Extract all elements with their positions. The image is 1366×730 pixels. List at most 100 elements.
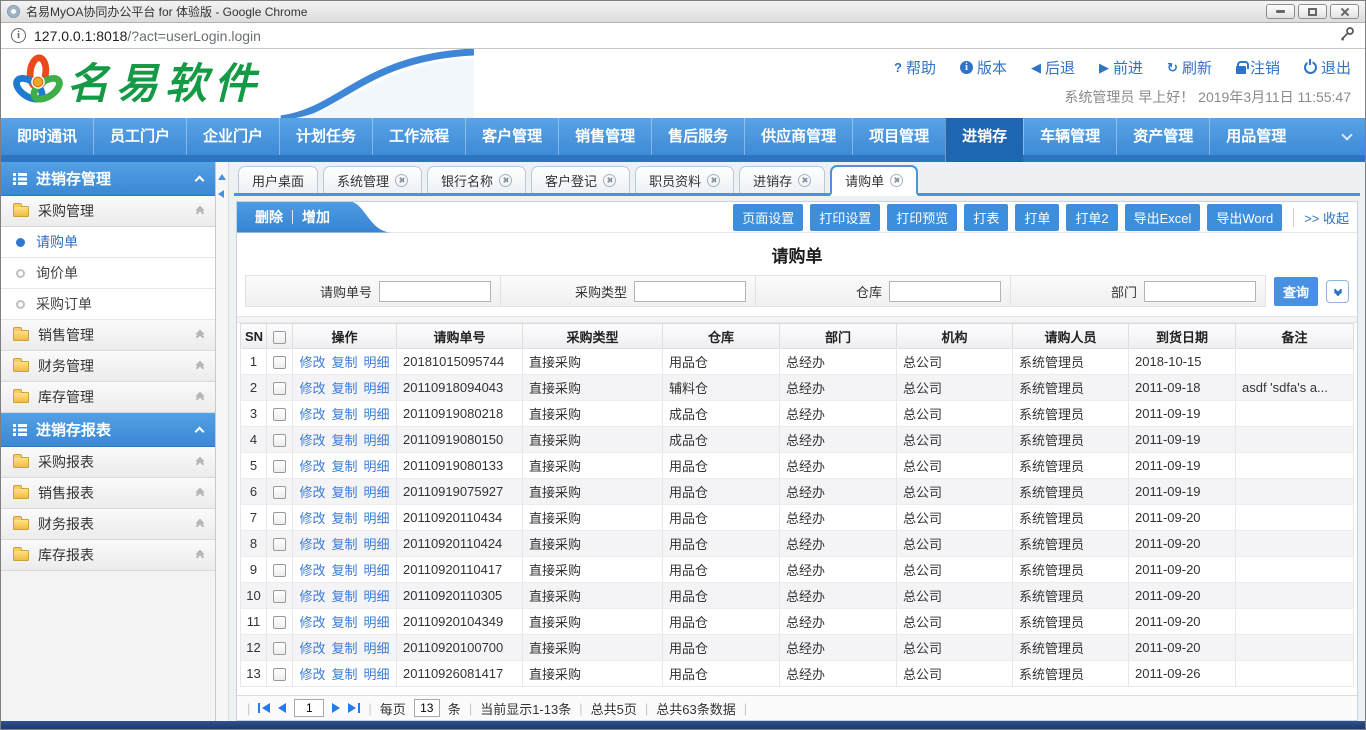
tab-close-icon[interactable] xyxy=(499,174,512,187)
select-all-checkbox[interactable] xyxy=(273,331,286,344)
search-input-department[interactable] xyxy=(1144,281,1256,302)
close-button[interactable] xyxy=(1330,4,1359,19)
modify-link[interactable]: 修改 xyxy=(299,459,325,474)
collapse-toolbar-link[interactable]: >> 收起 xyxy=(1293,208,1349,227)
url-bar[interactable]: i 127.0.0.1:8018 /?act=userLogin.login xyxy=(1,23,1365,49)
nav-item-supplies-management[interactable]: 用品管理 xyxy=(1209,118,1302,155)
detail-link[interactable]: 明细 xyxy=(364,537,390,552)
sidebar-section-inventory-management[interactable]: 进销存管理 xyxy=(1,162,215,196)
copy-link[interactable]: 复制 xyxy=(331,459,357,474)
print-table-button[interactable]: 打表 xyxy=(964,204,1008,231)
detail-link[interactable]: 明细 xyxy=(364,563,390,578)
detail-link[interactable]: 明细 xyxy=(364,459,390,474)
sidebar-folder-sales-management[interactable]: 销售管理 xyxy=(1,320,215,351)
modify-link[interactable]: 修改 xyxy=(299,381,325,396)
row-checkbox[interactable] xyxy=(273,434,286,447)
nav-item-instant-messaging[interactable]: 即时通讯 xyxy=(1,118,93,155)
nav-item-vehicle-management[interactable]: 车辆管理 xyxy=(1023,118,1116,155)
tab-inventory[interactable]: 进销存 xyxy=(739,166,825,193)
sidebar-folder-finance-management[interactable]: 财务管理 xyxy=(1,351,215,382)
nav-item-customer-management[interactable]: 客户管理 xyxy=(465,118,558,155)
nav-item-plan-tasks[interactable]: 计划任务 xyxy=(279,118,372,155)
modify-link[interactable]: 修改 xyxy=(299,511,325,526)
exit-link[interactable]: 退出 xyxy=(1304,57,1351,78)
logout-link[interactable]: 注销 xyxy=(1236,57,1280,78)
copy-link[interactable]: 复制 xyxy=(331,485,357,500)
detail-link[interactable]: 明细 xyxy=(364,433,390,448)
add-button[interactable]: 增加 xyxy=(302,207,330,227)
tab-purchase-requisition[interactable]: 请购单 xyxy=(830,165,918,196)
back-link[interactable]: ◀后退 xyxy=(1031,57,1075,78)
scroll-up-icon[interactable] xyxy=(218,174,226,180)
tab-customer-registration[interactable]: 客户登记 xyxy=(531,166,630,193)
row-checkbox[interactable] xyxy=(273,616,286,629)
sidebar-item-inquiry-order[interactable]: 询价单 xyxy=(1,258,215,289)
sidebar-section-inventory-reports[interactable]: 进销存报表 xyxy=(1,413,215,447)
nav-item-sales-management[interactable]: 销售管理 xyxy=(558,118,651,155)
sidebar-folder-stock-reports[interactable]: 库存报表 xyxy=(1,540,215,571)
modify-link[interactable]: 修改 xyxy=(299,563,325,578)
modify-link[interactable]: 修改 xyxy=(299,355,325,370)
detail-link[interactable]: 明细 xyxy=(364,355,390,370)
copy-link[interactable]: 复制 xyxy=(331,667,357,682)
sidebar-item-purchase-requisition[interactable]: 请购单 xyxy=(1,227,215,258)
copy-link[interactable]: 复制 xyxy=(331,511,357,526)
tab-close-icon[interactable] xyxy=(395,174,408,187)
row-checkbox[interactable] xyxy=(273,408,286,421)
print-preview-button[interactable]: 打印预览 xyxy=(887,204,957,231)
copy-link[interactable]: 复制 xyxy=(331,381,357,396)
print-setup-button[interactable]: 打印设置 xyxy=(810,204,880,231)
nav-item-project-management[interactable]: 项目管理 xyxy=(852,118,945,155)
copy-link[interactable]: 复制 xyxy=(331,407,357,422)
maximize-button[interactable] xyxy=(1298,4,1327,19)
nav-item-enterprise-portal[interactable]: 企业门户 xyxy=(186,118,279,155)
page-info-icon[interactable]: i xyxy=(11,28,26,43)
modify-link[interactable]: 修改 xyxy=(299,641,325,656)
search-input-warehouse[interactable] xyxy=(889,281,1001,302)
help-link[interactable]: ?帮助 xyxy=(894,57,936,78)
forward-link[interactable]: ▶前进 xyxy=(1099,57,1143,78)
sidebar-folder-purchase-management[interactable]: 采购管理 xyxy=(1,196,215,227)
row-checkbox[interactable] xyxy=(273,538,286,551)
export-word-button[interactable]: 导出Word xyxy=(1207,204,1282,231)
sidebar-folder-stock-management[interactable]: 库存管理 xyxy=(1,382,215,413)
row-checkbox[interactable] xyxy=(273,486,286,499)
row-checkbox[interactable] xyxy=(273,590,286,603)
minimize-button[interactable] xyxy=(1266,4,1295,19)
page-input[interactable] xyxy=(294,699,324,717)
detail-link[interactable]: 明细 xyxy=(364,667,390,682)
modify-link[interactable]: 修改 xyxy=(299,667,325,682)
sidebar-folder-finance-reports[interactable]: 财务报表 xyxy=(1,509,215,540)
copy-link[interactable]: 复制 xyxy=(331,537,357,552)
per-page-input[interactable] xyxy=(414,699,440,717)
last-page-button[interactable] xyxy=(348,703,360,713)
row-checkbox[interactable] xyxy=(273,382,286,395)
tab-close-icon[interactable] xyxy=(890,174,903,187)
modify-link[interactable]: 修改 xyxy=(299,589,325,604)
row-checkbox[interactable] xyxy=(273,564,286,577)
nav-item-inventory[interactable]: 进销存 xyxy=(945,118,1023,162)
nav-item-asset-management[interactable]: 资产管理 xyxy=(1116,118,1209,155)
nav-item-workflow[interactable]: 工作流程 xyxy=(372,118,465,155)
nav-overflow-chevron-icon[interactable] xyxy=(1341,129,1352,140)
print-slip-button[interactable]: 打单 xyxy=(1015,204,1059,231)
copy-link[interactable]: 复制 xyxy=(331,563,357,578)
expand-search-button[interactable] xyxy=(1326,280,1349,303)
search-input-request-no[interactable] xyxy=(379,281,491,302)
copy-link[interactable]: 复制 xyxy=(331,433,357,448)
key-icon[interactable] xyxy=(1338,26,1355,45)
sidebar-folder-sales-reports[interactable]: 销售报表 xyxy=(1,478,215,509)
tab-employee-profile[interactable]: 职员资料 xyxy=(635,166,734,193)
search-input-purchase-type[interactable] xyxy=(634,281,746,302)
modify-link[interactable]: 修改 xyxy=(299,433,325,448)
modify-link[interactable]: 修改 xyxy=(299,407,325,422)
row-checkbox[interactable] xyxy=(273,356,286,369)
tab-close-icon[interactable] xyxy=(707,174,720,187)
tab-user-desktop[interactable]: 用户桌面 xyxy=(238,166,318,193)
copy-link[interactable]: 复制 xyxy=(331,641,357,656)
detail-link[interactable]: 明细 xyxy=(364,407,390,422)
next-page-button[interactable] xyxy=(332,703,340,713)
modify-link[interactable]: 修改 xyxy=(299,615,325,630)
prev-page-button[interactable] xyxy=(278,703,286,713)
first-page-button[interactable] xyxy=(258,703,270,713)
